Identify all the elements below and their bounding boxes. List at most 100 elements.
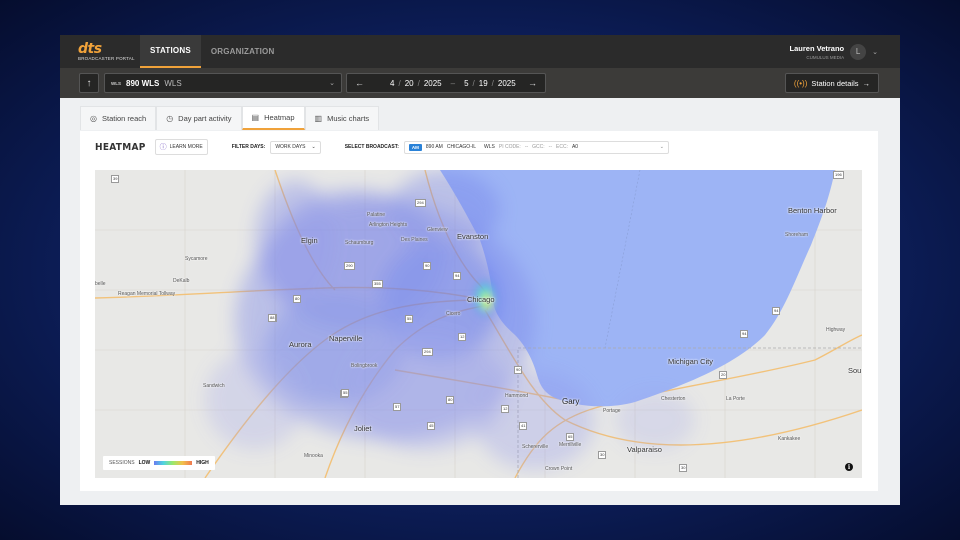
tab-label: Station reach [101,114,147,123]
route-shield: 88 [268,314,277,322]
user-info: Lauren Vetrano CUMULUS MEDIA [790,44,845,60]
logo-subtitle: BROADCASTER PORTAL [78,55,135,61]
city-joliet: Joliet [354,424,372,433]
city-merrillville: Merrillville [559,442,582,448]
broadcast-icon: ((•)) [793,78,808,88]
city-desplaines: Des Plaines [401,237,428,243]
tab-day-part-activity[interactable]: ◷ Day part activity [156,106,242,130]
city-gary: Gary [562,397,580,406]
tab-station-reach[interactable]: ◎ Station reach [80,106,157,130]
bar-chart-icon: ▥ [314,114,323,123]
filter-days-value: WORK DAYS [275,144,306,150]
city-michigan-city: Michigan City [668,357,714,366]
station-select[interactable]: WLS 890 WLS WLS ⌄ [104,73,342,93]
end-year[interactable]: 2025 [498,79,516,88]
user-org: CUMULUS MEDIA [806,54,845,60]
city-sandwich: Sandwich [203,383,225,389]
chevron-down-icon[interactable]: ⌄ [872,48,878,56]
select-broadcast-label: SELECT BROADCAST: [344,144,399,150]
city-shoreham: Shoreham [785,232,809,238]
route-shield: 12 [458,333,467,341]
route-shield: 57 [393,403,402,411]
filter-days-label: FILTER DAYS: [231,144,266,150]
date-range-picker[interactable]: ← 4/ 20/ 2025 – 5/ 19/ 2025 → [346,73,546,93]
city-elgin: Elgin [301,236,318,245]
heatmap-panel: HEATMAP ⓘ LEARN MORE FILTER DAYS: WORK D… [80,131,878,491]
top-nav: dts BROADCASTER PORTAL STATIONS ORGANIZA… [60,35,900,68]
road-memorial: Reagan Memorial Tollway [118,291,176,297]
station-name: 890 WLS [126,78,160,88]
start-year[interactable]: 2025 [424,79,442,88]
prev-range-icon[interactable]: ← [355,78,364,88]
route-shield: 30 [598,451,607,459]
start-day[interactable]: 20 [405,79,414,88]
learn-more-button[interactable]: ⓘ LEARN MORE [154,139,208,155]
map-info-icon[interactable]: i [845,463,853,471]
app-window: dts BROADCASTER PORTAL STATIONS ORGANIZA… [60,35,900,505]
route-shield: 30 [679,464,688,472]
heatmap-map[interactable]: Chicago Evanston Elgin Schaumburg Palati… [95,170,862,478]
route-shield: 90 [423,262,432,270]
city-south: Sou [848,366,862,375]
city-evanston: Evanston [457,232,489,241]
road-highway: Highway [826,327,846,333]
user-name: Lauren Vetrano [789,43,845,53]
user-menu[interactable]: Lauren Vetrano CUMULUS MEDIA L ⌄ [790,35,878,68]
end-month[interactable]: 5 [464,79,468,88]
tab-heatmap[interactable]: ▤ Heatmap [241,106,305,130]
station-bar: ↑ WLS 890 WLS WLS ⌄ ← 4/ 20/ 2025 – 5/ 1… [60,68,900,98]
route-shield: 12 [501,405,510,413]
filter-days-select[interactable]: WORK DAYS ⌄ [270,140,321,154]
tab-music-charts[interactable]: ▥ Music charts [304,106,380,130]
end-day[interactable]: 19 [479,79,488,88]
target-icon: ◎ [90,114,97,123]
legend-low: LOW [138,460,151,466]
route-shield: 55 [405,315,414,323]
city-schererville: Schererville [522,444,549,450]
heatmap-icon: ▤ [251,113,260,122]
start-month[interactable]: 4 [390,79,394,88]
route-shield: 94 [740,330,749,338]
station-details-button[interactable]: ((•)) Station details → [784,73,879,93]
city-kankakee: Kankakee [778,436,801,442]
chevron-down-icon: ⌄ [329,80,335,87]
nav-tab-stations[interactable]: STATIONS [140,35,201,68]
city-cicero: Cicero [446,311,461,317]
dts-logo[interactable]: dts BROADCASTER PORTAL [78,42,140,62]
city-chicago: Chicago [467,295,495,304]
legend-sessions: SESSIONS [109,460,135,466]
back-button[interactable]: ↑ [79,73,99,93]
pi-label: PI CODE: [498,144,521,150]
broadcast-select[interactable]: AM 890 AM CHICAGO-IL WLS PI CODE: -- GCC… [403,140,669,154]
nav-tab-organization[interactable]: ORGANIZATION [201,35,285,68]
frequency: 890 AM [425,144,443,150]
gcc-label: GCC: [532,144,545,150]
info-icon: ⓘ [159,144,167,151]
city-bolingbrook: Bolingbrook [351,363,378,369]
city-hammond: Hammond [505,393,529,399]
chevron-down-icon: ⌄ [311,144,316,150]
logo-mark: dts [78,40,102,57]
city-portage: Portage [603,408,621,414]
chevron-down-icon: ⌄ [659,144,664,150]
city-dekalb: DeKalb [173,278,190,284]
route-shield: 355 [372,280,383,288]
city-arlington: Arlington Heights [369,222,408,228]
tab-label: Music charts [327,114,370,123]
learn-more-label: LEARN MORE [169,144,203,150]
station-call: WLS [164,78,182,88]
route-shield: 41 [519,422,528,430]
city-minooka: Minooka [304,453,323,459]
heatmap-legend: SESSIONS LOW HIGH [103,456,215,470]
next-range-icon[interactable]: → [528,78,537,88]
route-shield: 94 [453,272,462,280]
city-naperville: Naperville [329,334,363,343]
city-sycamore: Sycamore [185,256,208,262]
city-belle: belle [95,281,106,287]
route-shield: 290 [344,262,355,270]
station-logo: WLS [111,80,121,86]
avatar[interactable]: L [850,43,867,60]
legend-gradient [154,461,193,465]
call-sign: WLS [484,144,495,150]
market: CHICAGO-IL [446,144,477,150]
